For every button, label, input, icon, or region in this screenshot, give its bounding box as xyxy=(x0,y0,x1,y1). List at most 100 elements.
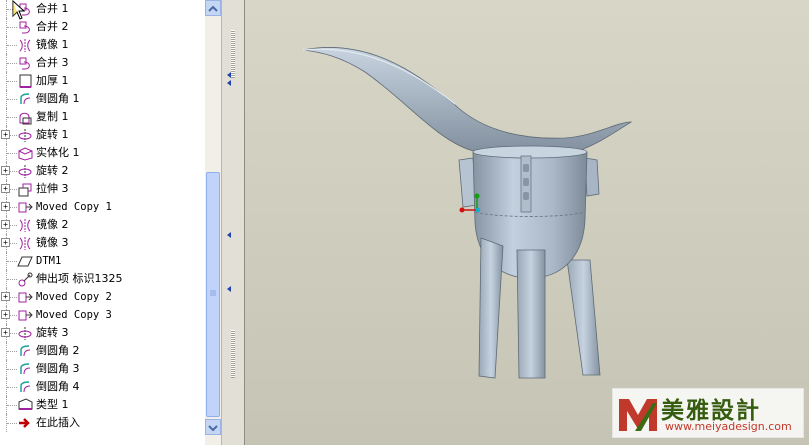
tree-item[interactable]: 合并 2 xyxy=(0,18,205,36)
moved-copy-icon xyxy=(18,202,33,213)
collapse-left-icon[interactable] xyxy=(227,232,231,238)
scroll-down-button[interactable] xyxy=(205,419,221,435)
moved-copy-icon xyxy=(18,310,33,321)
3d-model-jue-vessel[interactable] xyxy=(245,0,809,445)
thicken-icon xyxy=(19,74,32,88)
right-handle xyxy=(584,157,600,197)
tree-item[interactable]: + 旋转 2 xyxy=(0,162,205,180)
tree-item[interactable]: 倒圆角 1 xyxy=(0,90,205,108)
expand-toggle-icon[interactable]: + xyxy=(1,310,10,319)
tree-connector xyxy=(7,279,17,280)
tree-item-label: 拉伸 3 xyxy=(36,182,69,195)
expand-toggle-icon[interactable]: + xyxy=(1,130,10,139)
expand-toggle-icon[interactable]: + xyxy=(1,328,10,337)
expand-toggle-icon[interactable]: + xyxy=(1,238,10,247)
expand-toggle-icon[interactable]: + xyxy=(1,166,10,175)
tree-item-label: 伸出项 标识1325 xyxy=(36,272,123,285)
expand-toggle-icon[interactable]: + xyxy=(1,202,10,211)
tree-item-label: Moved Copy 3 xyxy=(36,309,112,321)
grip-icon xyxy=(210,290,216,296)
tree-item-label: 复制 1 xyxy=(36,110,69,123)
copy-icon xyxy=(19,112,32,125)
tree-scrollbar[interactable] xyxy=(205,0,221,445)
tree-item[interactable]: + Moved Copy 2 xyxy=(0,288,205,306)
collapse-left-icon[interactable] xyxy=(227,72,231,78)
tree-item-label: 旋转 1 xyxy=(36,128,69,141)
tree-item-label: DTM1 xyxy=(36,255,62,267)
tree-connector xyxy=(7,369,17,370)
tree-item-label: 旋转 3 xyxy=(36,326,69,339)
tree-item-label: Moved Copy 1 xyxy=(36,201,112,213)
tree-item[interactable]: + 拉伸 3 xyxy=(0,180,205,198)
protrusion-icon xyxy=(18,272,33,287)
meiya-logo-icon xyxy=(619,399,657,431)
datum-plane-icon xyxy=(17,256,33,267)
tree-item[interactable]: 镜像 1 xyxy=(0,36,205,54)
back-leg-right xyxy=(566,259,601,376)
tree-item[interactable]: 倒圆角 3 xyxy=(0,360,205,378)
splitter-grip[interactable] xyxy=(231,30,235,78)
tree-item-label: 实体化 1 xyxy=(36,146,80,159)
tree-item[interactable]: + 镜像 3 xyxy=(0,234,205,252)
tree-item[interactable]: + Moved Copy 3 xyxy=(0,306,205,324)
model-tree-panel[interactable]: 合并 1 合并 2 镜像 1 合并 3 加厚 1 倒圆角 1 复制 1 + 旋转 1 实体化 1 +… xyxy=(0,0,205,445)
tree-connector xyxy=(7,117,17,118)
mirror-icon xyxy=(19,39,31,52)
splitter-grip[interactable] xyxy=(231,330,235,378)
tree-item-label: 合并 3 xyxy=(36,56,69,69)
tree-item-label: 镜像 1 xyxy=(36,38,69,51)
front-leg-left xyxy=(478,237,504,379)
tree-item[interactable]: 复制 1 xyxy=(0,108,205,126)
tree-connector xyxy=(7,81,17,82)
tree-item[interactable]: DTM1 xyxy=(0,252,205,270)
graphics-viewport[interactable] xyxy=(245,0,809,445)
tree-item[interactable]: 伸出项 标识1325 xyxy=(0,270,205,288)
tree-item[interactable]: 倒圆角 2 xyxy=(0,342,205,360)
round-icon xyxy=(20,363,31,375)
tree-item-label: Moved Copy 2 xyxy=(36,291,112,303)
tree-item-label: 旋转 2 xyxy=(36,164,69,177)
tree-item-label: 镜像 2 xyxy=(36,218,69,231)
tree-connector xyxy=(7,63,17,64)
chevron-down-icon xyxy=(208,425,218,432)
solidify-icon xyxy=(18,147,33,161)
watermark-url: www.meiyadesign.com xyxy=(665,420,792,433)
round-icon xyxy=(20,93,31,105)
tree-item[interactable]: + Moved Copy 1 xyxy=(0,198,205,216)
mirror-icon xyxy=(19,219,31,232)
collapse-left-icon[interactable] xyxy=(227,286,231,292)
expand-toggle-icon[interactable]: + xyxy=(1,184,10,193)
tree-item[interactable]: 加厚 1 xyxy=(0,72,205,90)
collapse-left-icon[interactable] xyxy=(227,80,231,86)
merge-icon xyxy=(19,57,30,70)
mirror-icon xyxy=(19,237,31,250)
revolve-icon xyxy=(18,129,32,142)
expand-toggle-icon[interactable]: + xyxy=(1,292,10,301)
tree-connector xyxy=(7,261,17,262)
tree-connector xyxy=(7,45,17,46)
tree-item[interactable]: 合并 3 xyxy=(0,54,205,72)
tree-item[interactable]: 合并 1 xyxy=(0,0,205,18)
panel-splitter[interactable] xyxy=(221,0,245,445)
tree-connector xyxy=(7,351,17,352)
scroll-thumb[interactable] xyxy=(206,172,220,417)
tree-connector xyxy=(7,423,17,424)
tree-item[interactable]: + 镜像 2 xyxy=(0,216,205,234)
tree-item[interactable]: 类型 1 xyxy=(0,396,205,414)
chevron-up-icon xyxy=(208,5,218,12)
tree-connector xyxy=(7,99,17,100)
tree-item-label: 倒圆角 3 xyxy=(36,362,80,375)
mouse-pointer-icon xyxy=(12,0,26,20)
tree-item-label: 倒圆角 2 xyxy=(36,344,80,357)
tree-connector xyxy=(7,405,17,406)
tree-item[interactable]: 倒圆角 4 xyxy=(0,378,205,396)
tree-item[interactable]: 在此插入 xyxy=(0,414,205,432)
tree-item-label: 在此插入 xyxy=(36,416,80,429)
tree-connector xyxy=(7,387,17,388)
tree-connector xyxy=(7,153,17,154)
tree-item[interactable]: 实体化 1 xyxy=(0,144,205,162)
scroll-up-button[interactable] xyxy=(205,0,221,16)
tree-item[interactable]: + 旋转 3 xyxy=(0,324,205,342)
expand-toggle-icon[interactable]: + xyxy=(1,220,10,229)
tree-item[interactable]: + 旋转 1 xyxy=(0,126,205,144)
